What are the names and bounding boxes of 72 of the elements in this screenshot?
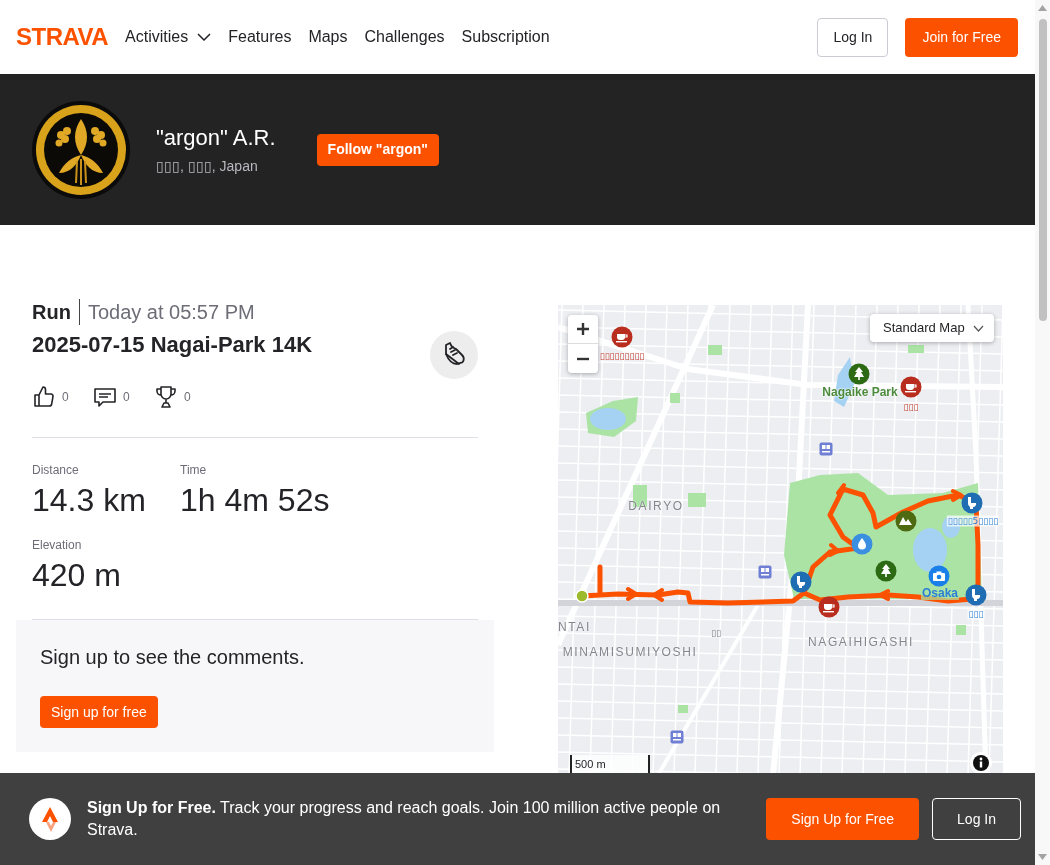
- caret-icon: [973, 324, 984, 332]
- nav-link[interactable]: Features: [228, 26, 292, 48]
- map-place-label: ▯▯▯: [903, 401, 919, 413]
- plus-icon: [576, 322, 590, 336]
- stat-label: Time: [180, 462, 208, 478]
- info-icon[interactable]: [970, 752, 992, 774]
- activity-time: Today at 05:57 PM: [87, 300, 255, 324]
- chevron-logo-icon: [29, 798, 71, 840]
- thumbs-up-icon: [32, 385, 56, 409]
- stat-value: 420 m: [32, 556, 122, 594]
- camera-marker-icon: [928, 565, 950, 587]
- map-place-label: ▯▯▯▯▯▯▯▯▯: [599, 350, 645, 362]
- map-district-label: NTAI: [558, 620, 591, 634]
- signup-message: Sign Up for Free. Track your progress and reach goals. Join 100 million active people on Strava.: [87, 798, 722, 840]
- shoe-icon: [430, 331, 478, 379]
- map-park-label: Nagaike Park: [822, 385, 898, 399]
- scale-bar: 500 m: [570, 755, 650, 773]
- athlete-name: "argon" A.R.: [156, 124, 276, 152]
- kudos-button[interactable]: 0: [32, 385, 93, 409]
- cup-marker-icon: [900, 376, 922, 398]
- activity-title: 2025-07-15 Nagai-Park 14K: [32, 333, 313, 357]
- small-park: [678, 705, 688, 713]
- scrollbar-thumb[interactable]: [1038, 19, 1047, 321]
- small-park: [670, 393, 680, 403]
- stat-value: 1h 4m 52s: [180, 481, 331, 519]
- achievements-button[interactable]: 0: [154, 385, 215, 409]
- zoom-out-button[interactable]: [568, 344, 598, 373]
- toilet-marker-icon: [790, 571, 812, 593]
- map-district-label: MINAMISUMIYOSHI: [562, 645, 698, 659]
- nav-link[interactable]: Activities: [125, 26, 212, 48]
- small-park: [908, 345, 924, 353]
- map-place-label: ▯▯▯▯▯5▯▯▯▯: [946, 515, 1000, 527]
- small-park: [956, 625, 966, 635]
- nav-link[interactable]: Subscription: [461, 26, 550, 48]
- comments-button[interactable]: 0: [93, 385, 154, 409]
- comments-message: Sign up to see the comments.: [40, 645, 305, 670]
- zoom-in-button[interactable]: [568, 315, 598, 344]
- trophy-icon: [154, 385, 178, 409]
- map-city-label: Osaka: [921, 586, 959, 600]
- stat-label: Elevation: [32, 537, 83, 553]
- stat-label: Distance: [32, 462, 80, 478]
- train-marker-icon: [758, 565, 772, 579]
- cup-marker-icon: [611, 326, 633, 348]
- train-marker-icon: [670, 730, 684, 744]
- athlete-location: ▯▯▯, ▯▯▯, Japan: [156, 157, 259, 175]
- toilet-marker-icon: [961, 492, 983, 514]
- tree-marker-icon: [848, 363, 870, 385]
- toilet-marker-icon: [965, 584, 987, 606]
- log-in-button[interactable]: Log In: [932, 798, 1021, 840]
- map-place-label: ▯▯▯: [967, 608, 985, 620]
- small-park: [708, 345, 722, 355]
- map-place-label: ▯▯: [711, 627, 721, 639]
- comment-icon: [93, 385, 117, 409]
- stat-value: 14.3 km: [32, 481, 147, 519]
- mountain-marker-icon: [895, 510, 917, 532]
- scrollbar[interactable]: [1035, 0, 1050, 865]
- drop-marker-icon: [851, 533, 873, 555]
- sport-type: Run: [32, 300, 71, 324]
- small-park: [688, 493, 706, 507]
- nav-link[interactable]: Maps: [308, 26, 348, 48]
- train-marker-icon: [819, 442, 833, 456]
- log-in-button[interactable]: Log In: [817, 17, 889, 57]
- map-district-label: NAGAIHIGASHI: [808, 635, 914, 649]
- map-district-label: DAIRYO: [628, 499, 684, 513]
- tree-marker-icon: [875, 560, 897, 582]
- scroll-up-arrow-icon[interactable]: [1038, 5, 1047, 11]
- nav-link[interactable]: Challenges: [364, 26, 445, 48]
- pond: [590, 408, 626, 430]
- cup-marker-icon: [818, 596, 840, 618]
- scroll-down-arrow-icon[interactable]: [1038, 854, 1047, 860]
- map-type-dropdown[interactable]: Standard Map: [870, 314, 994, 342]
- start-dot-icon: [575, 589, 589, 603]
